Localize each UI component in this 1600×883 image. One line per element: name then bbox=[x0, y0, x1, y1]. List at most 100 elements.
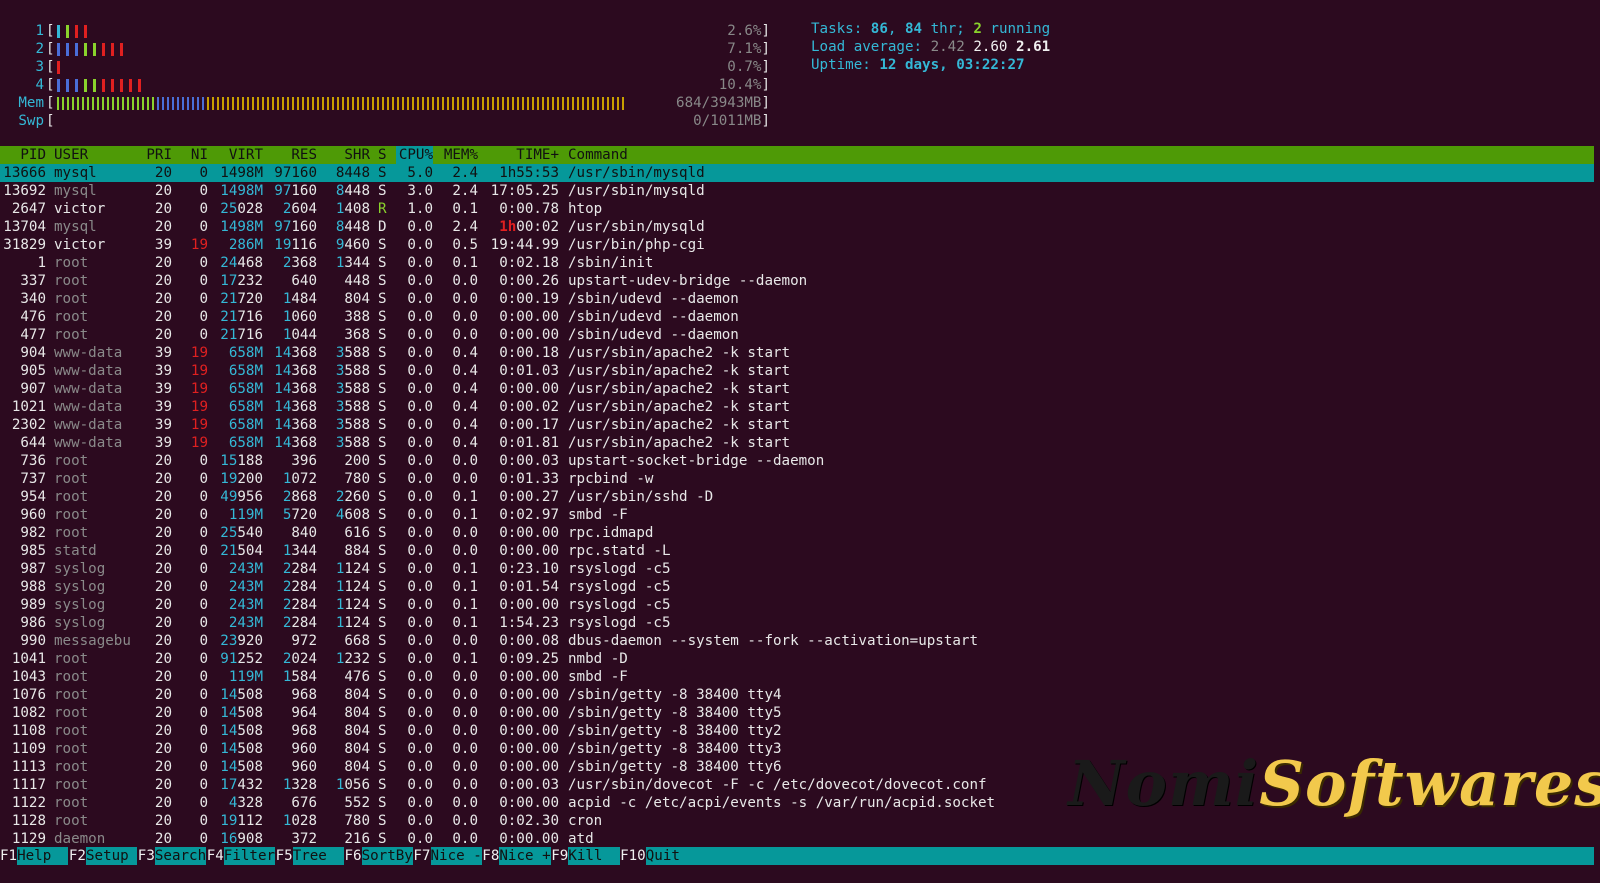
table-row[interactable]: 2647 victor 20 0 25028 2604 1408 R 1.0 0.1 0:00.78… bbox=[0, 200, 1594, 218]
fkey-label-f2[interactable]: Setup bbox=[86, 847, 138, 865]
table-row[interactable]: 990 messagebu 20 0 23920 972 668 S 0.0 0.0 0:00.08… bbox=[0, 632, 1594, 650]
fkey-label-f7[interactable]: Nice - bbox=[430, 847, 482, 865]
fkey-f6[interactable]: F6 bbox=[345, 847, 362, 865]
fkey-f9[interactable]: F9 bbox=[551, 847, 568, 865]
fkey-f8[interactable]: F8 bbox=[482, 847, 499, 865]
column-pid[interactable]: PID bbox=[0, 146, 46, 164]
cell-s: S bbox=[378, 669, 387, 685]
cell-mem: 0.0 bbox=[452, 471, 478, 487]
cell-s: S bbox=[378, 759, 387, 775]
table-row[interactable]: 13704 mysql 20 0 1498M 97160 8448 D 0.0 2.4 1h00:0… bbox=[0, 218, 1594, 236]
fkey-f3[interactable]: F3 bbox=[138, 847, 155, 865]
table-row[interactable]: 340 root 20 0 21720 1484 804 S 0.0 0.0 0:00.19/sbi… bbox=[0, 290, 1594, 308]
table-row[interactable]: 644 www-data 39 19 658M 14368 3588 S 0.0 0.4 0:01.… bbox=[0, 434, 1594, 452]
process-list: 13666 mysql 20 0 1498M 97160 8448 S 5.0 2.4 1h55:5… bbox=[0, 164, 1594, 848]
meter-bar bbox=[57, 25, 93, 38]
cell-cmd: cron bbox=[568, 813, 603, 829]
cell-cpu: 0.0 bbox=[407, 255, 433, 271]
table-row[interactable]: 1082 root 20 0 14508 964 804 S 0.0 0.0 0:00.00/sbi… bbox=[0, 704, 1594, 722]
table-row[interactable]: 985 statd 20 0 21504 1344 884 S 0.0 0.0 0:00.00 rpc… bbox=[0, 542, 1594, 560]
table-row[interactable]: 904 www-data 39 19 658M 14368 3588 S 0.0 0.4 0:00.… bbox=[0, 344, 1594, 362]
fkey-label-f6[interactable]: SortBy bbox=[361, 847, 413, 865]
column-virt[interactable]: VIRT bbox=[210, 146, 263, 164]
cell-res: 968 bbox=[291, 687, 317, 703]
column-pri[interactable]: PRI bbox=[140, 146, 172, 164]
cell-res: 1584 bbox=[282, 669, 317, 685]
cell-cmd: /usr/sbin/dovecot -F -c /etc/dovecot/dov… bbox=[568, 777, 987, 793]
meter-bar-segment bbox=[142, 97, 144, 110]
cell-cmd: /sbin/getty -8 38400 tty5 bbox=[568, 705, 782, 721]
table-row[interactable]: 905 www-data 39 19 658M 14368 3588 S 0.0 0.4 0:01.… bbox=[0, 362, 1594, 380]
fkey-f1[interactable]: F1 bbox=[0, 847, 17, 865]
cell-cpu: 0.0 bbox=[407, 237, 433, 253]
column-mem[interactable]: MEM% bbox=[440, 146, 478, 164]
cell-user: root bbox=[54, 507, 89, 523]
table-row[interactable]: 987 syslog 20 0 243M 2284 1124 S 0.0 0.1 0:23.10 rs… bbox=[0, 560, 1594, 578]
cell-time: 0:00.00 bbox=[499, 381, 559, 397]
fkey-label-f10[interactable]: Quit bbox=[645, 847, 1594, 865]
table-row[interactable]: 2302 www-data 39 19 658M 14368 3588 S 0.0 0.4 0:00… bbox=[0, 416, 1594, 434]
column-res[interactable]: RES bbox=[265, 146, 317, 164]
meter-bar-segment bbox=[487, 97, 489, 110]
cell-pri: 39 bbox=[154, 435, 172, 451]
meter-bar-segment bbox=[177, 97, 179, 110]
cell-cpu: 0.0 bbox=[407, 507, 433, 523]
column-time[interactable]: TIME+ bbox=[484, 146, 559, 164]
meter-bar-segment bbox=[587, 97, 589, 110]
fkey-f4[interactable]: F4 bbox=[207, 847, 224, 865]
table-row[interactable]: 13692 mysql 20 0 1498M 97160 8448 S 3.0 2.4 17:05.… bbox=[0, 182, 1594, 200]
table-row[interactable]: 907 www-data 39 19 658M 14368 3588 S 0.0 0.4 0:00.… bbox=[0, 380, 1594, 398]
table-row[interactable]: 337 root 20 0 17232 640 448 S 0.0 0.0 0:00.26 upsta… bbox=[0, 272, 1594, 290]
meter-bar-segment bbox=[532, 97, 534, 110]
fkey-f5[interactable]: F5 bbox=[276, 847, 293, 865]
column-user[interactable]: USER bbox=[54, 146, 144, 164]
table-row[interactable]: 1108 root 20 0 14508 968 804 S 0.0 0.0 0:00.00/sbi… bbox=[0, 722, 1594, 740]
meter-bar-segment bbox=[87, 97, 89, 110]
table-row[interactable]: 989 syslog 20 0 243M 2284 1124 S 0.0 0.1 0:00.00 rs… bbox=[0, 596, 1594, 614]
column-cpu[interactable]: CPU% bbox=[396, 146, 433, 164]
meter-bar-segment bbox=[592, 97, 594, 110]
cell-cmd: upstart-udev-bridge --daemon bbox=[568, 273, 808, 289]
cell-virt: 49956 bbox=[220, 489, 263, 505]
table-row[interactable]: 982 root 20 0 25540 840 616 S 0.0 0.0 0:00.00 rpc.i… bbox=[0, 524, 1594, 542]
table-row[interactable]: 477 root 20 0 21716 1044 368 S 0.0 0.0 0:00.00/sbi… bbox=[0, 326, 1594, 344]
meter-bracket: [ bbox=[46, 23, 55, 39]
table-row[interactable]: 476 root 20 0 21716 1060 388 S 0.0 0.0 0:00.00/sbi… bbox=[0, 308, 1594, 326]
column-command[interactable]: Command bbox=[568, 146, 628, 164]
table-row[interactable]: 737 root 20 0 19200 1072 780 S 0.0 0.0 0:01.33 rpcb… bbox=[0, 470, 1594, 488]
table-row[interactable]: 1041 root 20 0 91252 2024 1232 S 0.0 0.1 0:09.25 nm… bbox=[0, 650, 1594, 668]
cell-virt: 243M bbox=[228, 579, 263, 595]
fkey-f2[interactable]: F2 bbox=[69, 847, 86, 865]
meter-bar-segment bbox=[392, 97, 394, 110]
cell-mem: 0.0 bbox=[452, 327, 478, 343]
table-row[interactable]: 986 syslog 20 0 243M 2284 1124 S 0.0 0.1 1:54.23 rs… bbox=[0, 614, 1594, 632]
table-row[interactable]: 1021 www-data 39 19 658M 14368 3588 S 0.0 0.4 0:00… bbox=[0, 398, 1594, 416]
cell-virt: 14508 bbox=[220, 759, 263, 775]
fkey-label-f8[interactable]: Nice + bbox=[499, 847, 551, 865]
table-row[interactable]: 1 root 20 0 24468 2368 1344 S 0.0 0.1 0:02.18/sbin… bbox=[0, 254, 1594, 272]
fkey-label-f9[interactable]: Kill bbox=[568, 847, 620, 865]
fkey-label-f4[interactable]: Filter bbox=[223, 847, 276, 865]
cell-shr: 780 bbox=[344, 471, 370, 487]
fkey-label-f1[interactable]: Help bbox=[17, 847, 69, 865]
table-row-selected[interactable]: 13666 mysql 20 0 1498M 97160 8448 S 5.0 2.4 1h55:5… bbox=[0, 164, 1594, 182]
table-row[interactable]: 988 syslog 20 0 243M 2284 1124 S 0.0 0.1 0:01.54 rs… bbox=[0, 578, 1594, 596]
cell-shr: 388 bbox=[344, 309, 370, 325]
column-ni[interactable]: NI bbox=[178, 146, 208, 164]
cell-time: 0:00.78 bbox=[499, 201, 559, 217]
fkey-label-f5[interactable]: Tree bbox=[292, 847, 344, 865]
table-row[interactable]: 1076 root 20 0 14508 968 804 S 0.0 0.0 0:00.00/sbi… bbox=[0, 686, 1594, 704]
fkey-f7[interactable]: F7 bbox=[413, 847, 430, 865]
table-row[interactable]: 1129 daemon 20 0 16908 372 216 S 0.0 0.0 0:00.00 at… bbox=[0, 830, 1594, 848]
table-row[interactable]: 960 root 20 0 119M 5720 4608 S 0.0 0.1 0:02.97 smbd… bbox=[0, 506, 1594, 524]
table-row[interactable]: 954 root 20 0 49956 2868 2260 S 0.0 0.1 0:00.27/us… bbox=[0, 488, 1594, 506]
table-row[interactable]: 1043 root 20 0 119M 1584 476 S 0.0 0.0 0:00.00 smbd… bbox=[0, 668, 1594, 686]
column-shr[interactable]: SHR bbox=[322, 146, 370, 164]
table-row[interactable]: 736 root 20 0 15188 396 200 S 0.0 0.0 0:00.03 upsta… bbox=[0, 452, 1594, 470]
cell-pri: 39 bbox=[154, 399, 172, 415]
fkey-label-f3[interactable]: Search bbox=[154, 847, 207, 865]
fkey-f10[interactable]: F10 bbox=[620, 847, 646, 865]
table-row[interactable]: 31829 victor 39 19 286M 19116 9460 S 0.0 0.5 19:44… bbox=[0, 236, 1594, 254]
column-state[interactable]: S bbox=[378, 146, 390, 164]
cell-user: mysql bbox=[54, 183, 97, 199]
